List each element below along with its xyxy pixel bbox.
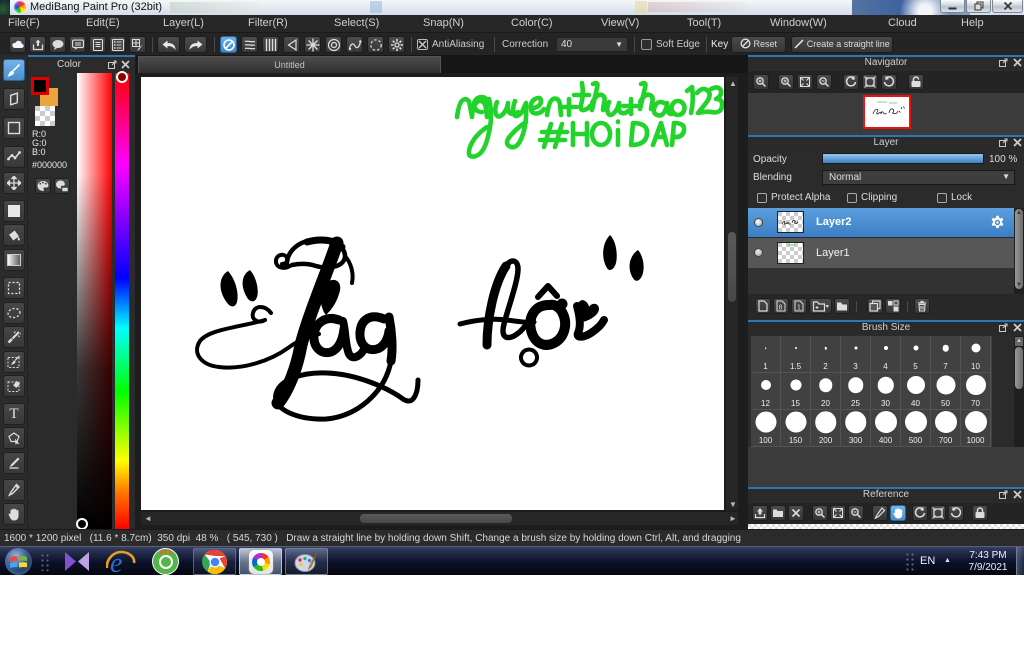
svg-text:1: 1 — [797, 305, 801, 312]
svg-text:8: 8 — [779, 305, 783, 312]
